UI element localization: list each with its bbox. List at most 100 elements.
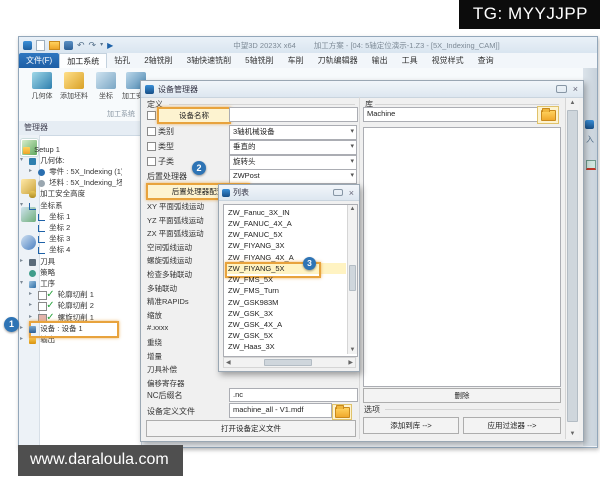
tree-row-frame4[interactable]: 坐标 4 (20, 244, 122, 255)
tree-row-setup[interactable]: Setup 1 (20, 144, 122, 155)
close-icon[interactable]: × (573, 84, 578, 94)
delete-button[interactable]: 删除 (363, 388, 561, 403)
tab-tools[interactable]: 工具 (395, 53, 425, 68)
expand-icon[interactable]: ▸ (29, 289, 36, 300)
apply-filter-button[interactable]: 应用过滤器 --> (463, 417, 561, 434)
tab-5axis-milling[interactable]: 5轴铣削 (238, 53, 280, 68)
machine-list[interactable]: ZW_Fanuc_3X_IN ZW_FANUC_4X_A ZW_FANUC_5X… (223, 204, 358, 357)
tree-row-tools[interactable]: ▸ 刀具 (20, 256, 122, 267)
library-path-input[interactable]: Machine (363, 107, 538, 122)
undo-icon[interactable]: ↶ (77, 41, 85, 50)
popup-title-bar[interactable]: 列表 × (219, 185, 359, 201)
tree-row-frame3[interactable]: 坐标 3 (20, 233, 122, 244)
tab-inquire[interactable]: 查询 (471, 53, 501, 68)
scroll-down-icon[interactable]: ▼ (348, 347, 357, 353)
library-list[interactable] (363, 127, 561, 387)
popup-scrollbar[interactable]: ▲ ▼ (347, 205, 357, 354)
comment-icon[interactable] (333, 189, 343, 196)
library-browse-button[interactable] (537, 106, 559, 124)
play-icon[interactable]: ▶ (107, 41, 113, 50)
list-item[interactable]: ZW_FMS_Turn (225, 285, 346, 296)
title-bar: ↶ ↷ ▾ ▶ 中望3D 2023X x64 加工方案 - [04: 5轴定位演… (19, 37, 597, 53)
list-item[interactable]: ZW_Haas_3X (225, 341, 346, 352)
tab-drilling[interactable]: 钻孔 (107, 53, 137, 68)
collapse-icon[interactable]: ▾ (20, 278, 27, 289)
scroll-up-icon[interactable]: ▲ (348, 206, 357, 212)
list-item[interactable]: ZW_FMS_5X (225, 274, 346, 285)
scrollbar-thumb[interactable] (264, 359, 312, 366)
tree-row-strategy[interactable]: 策略 (20, 267, 122, 278)
expand-icon[interactable]: ▸ (29, 166, 36, 177)
list-item[interactable]: ZW_FIYANG_3X (225, 240, 346, 251)
tree-row-frame2[interactable]: 坐标 2 (20, 222, 122, 233)
format-brush-icon[interactable] (586, 160, 596, 170)
device-name-checkbox[interactable] (147, 111, 156, 120)
tab-2axis-milling[interactable]: 2轴铣削 (137, 53, 179, 68)
list-item[interactable]: ZW_GSK_4X_A (225, 319, 346, 330)
open-device-file-button[interactable]: 打开设备定义文件 (146, 420, 356, 437)
tree-row-profile-cut-2[interactable]: ▸ ✓ 轮廓切削 2 (20, 300, 122, 311)
person-icon[interactable]: 入 (586, 134, 594, 145)
list-item[interactable]: ZW_Fanuc_3X_IN (225, 207, 346, 218)
device-file-browse-button[interactable] (332, 404, 352, 420)
dialog-title-bar[interactable]: 设备管理器 × (141, 81, 583, 98)
expand-icon[interactable]: ▸ (20, 256, 27, 267)
list-item[interactable]: ZW_GSK_5X (225, 330, 346, 341)
device-name-input[interactable] (229, 107, 358, 122)
device-name-button[interactable]: 设备名称 (157, 107, 231, 124)
comment-icon[interactable] (556, 85, 567, 93)
tree-row-frame1[interactable]: 坐标 1 (20, 211, 122, 222)
scroll-down-icon[interactable]: ▼ (566, 431, 579, 437)
list-item[interactable]: ZW_FANUC_4X_A (225, 218, 346, 229)
tab-visual-style[interactable]: 视觉样式 (425, 53, 471, 68)
tree-row-part[interactable]: ▸ 零件 : 5X_Indexing (1) (20, 166, 122, 177)
expand-icon[interactable]: ▸ (29, 300, 36, 311)
popup-hscrollbar[interactable]: ◀ ▶ (223, 357, 356, 368)
post-processor-dropdown[interactable]: ZWPost (229, 169, 357, 184)
ribbon-button-frame[interactable]: 坐标 (91, 72, 121, 101)
scroll-right-icon[interactable]: ▶ (348, 359, 353, 366)
tab-3axis-fast-milling[interactable]: 3轴快速铣削 (180, 53, 238, 68)
type-dropdown[interactable]: 垂直的 (229, 140, 357, 155)
close-icon[interactable]: × (349, 188, 354, 198)
tab-toolpath-editor[interactable]: 刀轨编辑器 (311, 53, 365, 68)
tree-row-safe-height[interactable]: 加工安全高度 (20, 188, 122, 199)
tree-row-frames[interactable]: ▾ 坐标系 (20, 200, 122, 211)
subclass-checkbox[interactable] (147, 157, 156, 166)
open-file-icon[interactable] (49, 41, 60, 50)
ribbon-button-add-stock[interactable]: 添加坯料 (59, 72, 89, 101)
new-file-icon[interactable] (36, 40, 45, 51)
scrollbar-thumb[interactable] (567, 110, 578, 422)
list-item[interactable]: ZW_GSK_3X (225, 308, 346, 319)
list-item[interactable]: ZW_GSK983M (225, 297, 346, 308)
subclass-dropdown[interactable]: 旋转头 (229, 155, 357, 170)
save-icon[interactable] (64, 41, 73, 50)
tree-row-machine-device[interactable]: ▸ 设备 : 设备 1 (20, 323, 122, 334)
quick-access-dropdown-icon[interactable]: ▾ (100, 41, 103, 50)
collapse-icon[interactable]: ▾ (20, 200, 27, 211)
tree-row-geometry[interactable]: ▾ 几何体: (20, 155, 122, 166)
ribbon-button-geometry[interactable]: 几何体 (27, 72, 57, 101)
tab-file[interactable]: 文件(F) (19, 53, 59, 68)
add-to-library-button[interactable]: 添加到库 --> (363, 417, 459, 434)
scroll-left-icon[interactable]: ◀ (226, 359, 231, 366)
device-file-input[interactable]: machine_all - V1.mdf (229, 403, 332, 418)
tree-row-operations[interactable]: ▾ 工序 (20, 278, 122, 289)
expand-icon[interactable]: ▸ (20, 334, 27, 345)
expand-icon[interactable]: ▸ (20, 323, 27, 334)
dialog-scrollbar[interactable]: ▲ ▼ (565, 98, 579, 439)
scroll-up-icon[interactable]: ▲ (566, 100, 579, 106)
tree-row-profile-cut-1[interactable]: ▸ ✓ 轮廓切削 1 (20, 289, 122, 300)
tree-row-stock[interactable]: 坯料 : 5X_Indexing_坯料 (20, 177, 122, 188)
collapse-icon[interactable]: ▾ (20, 155, 27, 166)
list-item[interactable]: ZW_FANUC_5X (225, 229, 346, 240)
tab-turning[interactable]: 车削 (281, 53, 311, 68)
type-checkbox[interactable] (147, 142, 156, 151)
redo-icon[interactable]: ↷ (89, 41, 97, 50)
category-checkbox[interactable] (147, 127, 156, 136)
nc-suffix-input[interactable]: .nc (229, 388, 358, 402)
scrollbar-thumb[interactable] (349, 265, 356, 291)
tab-machining-system[interactable]: 加工系统 (59, 53, 107, 68)
category-dropdown[interactable]: 3轴机械设备 (229, 125, 357, 140)
tab-output[interactable]: 输出 (365, 53, 395, 68)
